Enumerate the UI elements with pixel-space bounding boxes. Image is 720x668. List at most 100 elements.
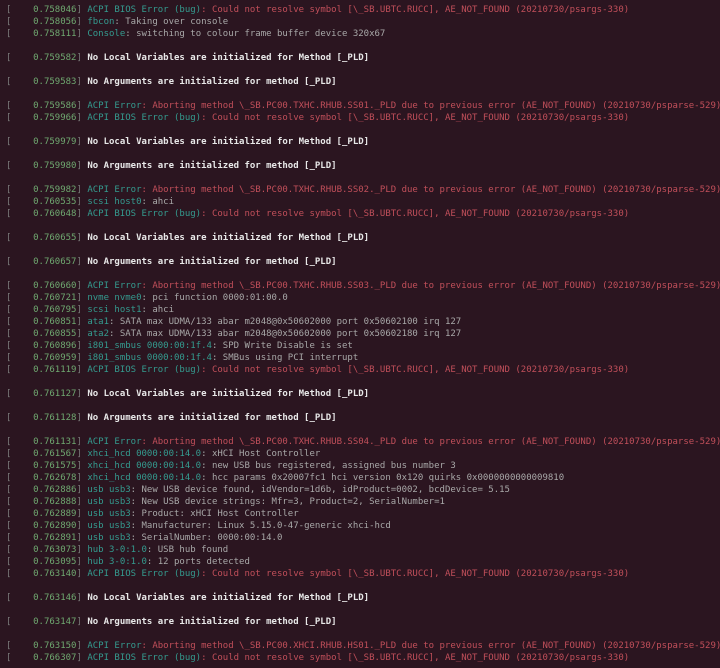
- log-message: : SerialNumber: 0000:00:14.0: [131, 533, 283, 543]
- log-line: [ 0.760657] No Arguments are initialized…: [6, 256, 714, 268]
- timestamp: 0.762889: [33, 509, 76, 519]
- log-message: : pci function 0000:01:00.0: [142, 293, 288, 303]
- timestamp: 0.761575: [33, 461, 76, 471]
- log-error-text: : Could not resolve symbol [\_SB.UBTC.RU…: [201, 209, 629, 219]
- log-message: : xHCI Host Controller: [201, 449, 320, 459]
- bracket-close: ]: [76, 593, 87, 603]
- timestamp: 0.762890: [33, 521, 76, 531]
- log-line: [6, 124, 714, 136]
- timestamp-pad: [11, 533, 33, 543]
- log-source: xhci_hcd 0000:00:14.0: [87, 449, 201, 459]
- timestamp: 0.759966: [33, 113, 76, 123]
- log-source: hub 3-0:1.0: [87, 545, 147, 555]
- bracket-close: ]: [76, 329, 87, 339]
- log-line: [ 0.760896] i801_smbus 0000:00:1f.4: SPD…: [6, 340, 714, 352]
- timestamp: 0.760657: [33, 257, 76, 267]
- log-error-text: : Aborting method \_SB.PC00.TXHC.RHUB.SS…: [142, 185, 720, 195]
- timestamp: 0.760648: [33, 209, 76, 219]
- log-error-text: : Could not resolve symbol [\_SB.UBTC.RU…: [201, 113, 629, 123]
- log-line: [ 0.763095] hub 3-0:1.0: 12 ports detect…: [6, 556, 714, 568]
- timestamp-pad: [11, 197, 33, 207]
- log-message: : SPD Write Disable is set: [212, 341, 353, 351]
- bracket-close: ]: [76, 413, 87, 423]
- log-line: [ 0.759583] No Arguments are initialized…: [6, 76, 714, 88]
- log-line: [ 0.760648] ACPI BIOS Error (bug): Could…: [6, 208, 714, 220]
- bracket-close: ]: [76, 5, 87, 15]
- log-error-text: : Could not resolve symbol [\_SB.UBTC.RU…: [201, 653, 629, 663]
- log-line: [ 0.761119] ACPI BIOS Error (bug): Could…: [6, 364, 714, 376]
- bracket-close: ]: [76, 77, 87, 87]
- timestamp: 0.760721: [33, 293, 76, 303]
- log-error-text: : Aborting method \_SB.PC00.TXHC.RHUB.SS…: [142, 437, 720, 447]
- bracket-close: ]: [76, 557, 87, 567]
- timestamp: 0.762891: [33, 533, 76, 543]
- log-line: [ 0.763147] No Arguments are initialized…: [6, 616, 714, 628]
- log-source: ACPI BIOS Error (bug): [87, 569, 201, 579]
- log-line: [6, 400, 714, 412]
- timestamp-pad: [11, 557, 33, 567]
- log-line: [6, 424, 714, 436]
- log-line: [ 0.759966] ACPI BIOS Error (bug): Could…: [6, 112, 714, 124]
- timestamp-pad: [11, 29, 33, 39]
- log-line: [ 0.758046] ACPI BIOS Error (bug): Could…: [6, 4, 714, 16]
- kernel-log-output: [ 0.758046] ACPI BIOS Error (bug): Could…: [6, 4, 714, 664]
- timestamp-pad: [11, 281, 33, 291]
- log-line: [ 0.762678] xhci_hcd 0000:00:14.0: hcc p…: [6, 472, 714, 484]
- log-line: [ 0.760855] ata2: SATA max UDMA/133 abar…: [6, 328, 714, 340]
- timestamp-pad: [11, 161, 33, 171]
- bracket-close: ]: [76, 305, 87, 315]
- bracket-close: ]: [76, 281, 87, 291]
- log-message: : Manufacturer: Linux 5.15.0-47-generic …: [131, 521, 391, 531]
- log-error-text: : Aborting method \_SB.PC00.TXHC.RHUB.SS…: [142, 281, 720, 291]
- log-line: [ 0.758111] Console: switching to colour…: [6, 28, 714, 40]
- log-line: [ 0.762888] usb usb3: New USB device str…: [6, 496, 714, 508]
- bracket-close: ]: [76, 101, 87, 111]
- bracket-close: ]: [76, 185, 87, 195]
- log-line: [6, 64, 714, 76]
- timestamp-pad: [11, 137, 33, 147]
- bracket-close: ]: [76, 389, 87, 399]
- timestamp: 0.760660: [33, 281, 76, 291]
- log-source: ACPI Error: [87, 101, 141, 111]
- acpi-notice: No Local Variables are initialized for M…: [87, 389, 369, 399]
- bracket-close: ]: [76, 317, 87, 327]
- log-source: ACPI Error: [87, 641, 141, 651]
- timestamp: 0.761119: [33, 365, 76, 375]
- log-line: [6, 244, 714, 256]
- log-source: ACPI BIOS Error (bug): [87, 113, 201, 123]
- timestamp: 0.760896: [33, 341, 76, 351]
- bracket-close: ]: [76, 161, 87, 171]
- timestamp: 0.763140: [33, 569, 76, 579]
- timestamp-pad: [11, 521, 33, 531]
- log-line: [6, 88, 714, 100]
- log-line: [ 0.762891] usb usb3: SerialNumber: 0000…: [6, 532, 714, 544]
- timestamp-pad: [11, 593, 33, 603]
- log-source: ACPI Error: [87, 437, 141, 447]
- bracket-close: ]: [76, 617, 87, 627]
- acpi-notice: No Arguments are initialized for method …: [87, 77, 336, 87]
- bracket-close: ]: [76, 29, 87, 39]
- log-error-text: : Aborting method \_SB.PC00.XHCI.RHUB.HS…: [142, 641, 720, 651]
- log-line: [ 0.761567] xhci_hcd 0000:00:14.0: xHCI …: [6, 448, 714, 460]
- timestamp-pad: [11, 497, 33, 507]
- log-source: ata1: [87, 317, 109, 327]
- timestamp-pad: [11, 209, 33, 219]
- log-error-text: : Aborting method \_SB.PC00.TXHC.RHUB.SS…: [142, 101, 720, 111]
- timestamp: 0.758046: [33, 5, 76, 15]
- log-message: : ahci: [142, 305, 175, 315]
- bracket-close: ]: [76, 509, 87, 519]
- log-message: : 12 ports detected: [147, 557, 250, 567]
- timestamp: 0.759982: [33, 185, 76, 195]
- acpi-notice: No Local Variables are initialized for M…: [87, 233, 369, 243]
- bracket-close: ]: [76, 113, 87, 123]
- timestamp-pad: [11, 317, 33, 327]
- log-line: [6, 604, 714, 616]
- timestamp: 0.759980: [33, 161, 76, 171]
- timestamp: 0.763095: [33, 557, 76, 567]
- log-source: i801_smbus 0000:00:1f.4: [87, 341, 212, 351]
- bracket-close: ]: [76, 521, 87, 531]
- timestamp: 0.763150: [33, 641, 76, 651]
- timestamp: 0.766307: [33, 653, 76, 663]
- timestamp-pad: [11, 653, 33, 663]
- log-message: : New USB device strings: Mfr=3, Product…: [131, 497, 445, 507]
